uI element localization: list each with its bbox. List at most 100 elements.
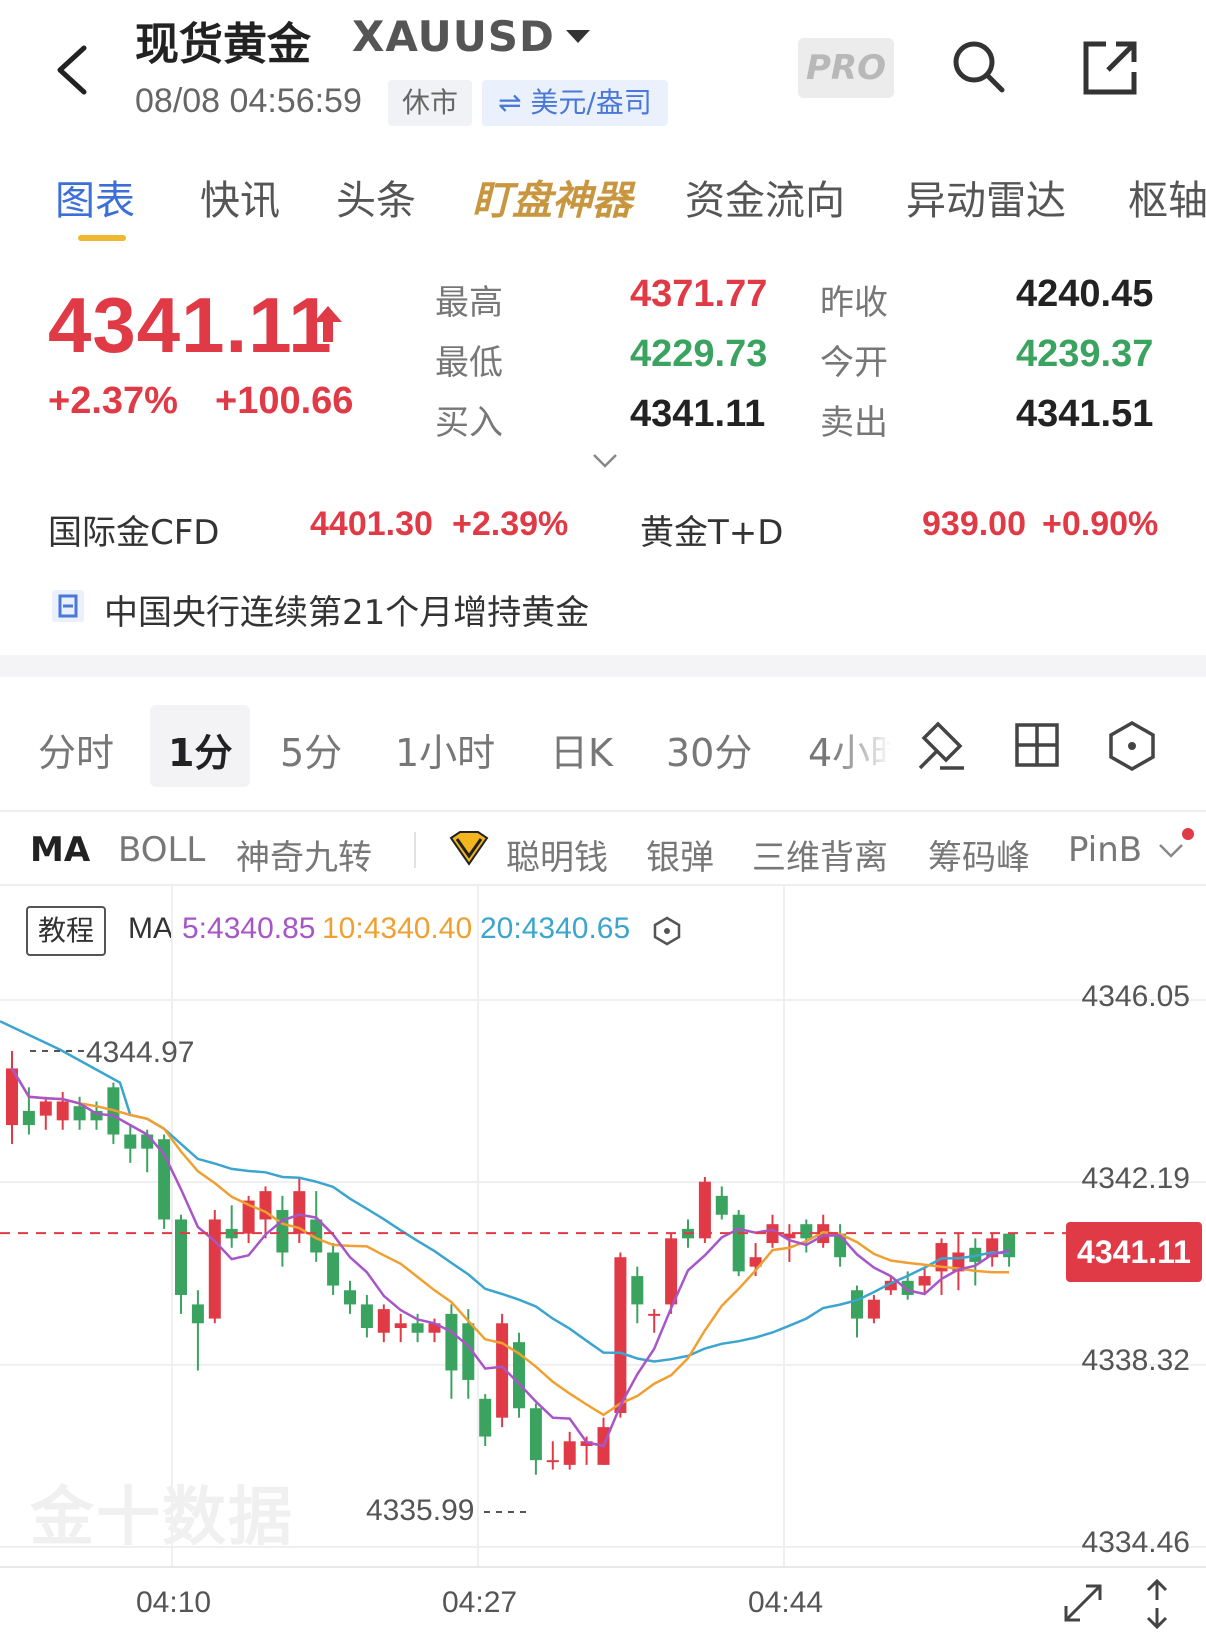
share-icon[interactable]: [1080, 38, 1140, 98]
current-price-tag: 4341.11: [1066, 1222, 1202, 1282]
indicator-td9[interactable]: 神奇九转: [236, 830, 372, 879]
candle-body: [56, 1101, 69, 1121]
candle-body: [73, 1106, 86, 1121]
section-separator: [0, 655, 1206, 677]
quote-time: 08/08 04:56:59: [135, 82, 362, 120]
ask-value: 4341.51: [1016, 393, 1154, 435]
indicator-chip-peak[interactable]: 筹码峰: [928, 830, 1030, 879]
candle-body: [360, 1304, 373, 1329]
news-icon: [52, 590, 84, 622]
cfd-label[interactable]: 国际金CFD: [48, 505, 219, 554]
candle-body: [918, 1276, 931, 1286]
diamond-icon: [449, 831, 489, 866]
settings-hexagon-icon[interactable]: [1108, 720, 1156, 772]
indicator-smart-money[interactable]: 聪明钱: [506, 830, 608, 879]
candle-body: [546, 1460, 559, 1463]
change-percent: +2.37%: [48, 380, 178, 422]
fullscreen-icon[interactable]: [1060, 1580, 1106, 1626]
indicator-ma[interactable]: MA: [30, 830, 90, 870]
pro-button[interactable]: PRO: [798, 38, 894, 98]
active-tab-indicator: [78, 235, 126, 241]
bid-label: 买入: [435, 403, 503, 443]
y-axis-label: 4334.46: [1081, 1526, 1190, 1559]
high-marker-label: 4344.97: [86, 1036, 195, 1069]
ma10-line: [10, 1067, 1010, 1417]
tab-monitor[interactable]: 盯盘神器: [472, 168, 632, 226]
back-arrow-icon[interactable]: [52, 40, 92, 100]
candle-body: [344, 1290, 356, 1305]
open-value: 4239.37: [1016, 333, 1154, 375]
chevron-down-icon[interactable]: [566, 30, 590, 43]
x-axis-label: 04:44: [748, 1586, 824, 1619]
cfd-value: 4401.30: [310, 505, 433, 543]
main-tabs: 图表 快讯 头条 盯盘神器 资金流向 异动雷达 枢轴: [0, 168, 1206, 228]
indicator-pinbar[interactable]: PinB: [1068, 830, 1144, 870]
news-headline[interactable]: 中国央行连续第21个月增持黄金: [104, 585, 589, 634]
period-5min[interactable]: 5分: [280, 722, 342, 777]
candle-body: [208, 1219, 221, 1319]
draw-tool-icon[interactable]: [916, 720, 968, 772]
vertical-scale-icon[interactable]: [1140, 1578, 1174, 1630]
low-value: 4229.73: [630, 333, 768, 375]
period-1hour[interactable]: 1小时: [395, 722, 495, 777]
arrow-up-icon: [314, 306, 342, 342]
symbol-code[interactable]: XAUUSD: [352, 12, 555, 61]
high-value: 4371.77: [630, 273, 768, 315]
chevron-down-icon[interactable]: [1158, 842, 1184, 860]
y-axis-label: 4346.05: [1081, 980, 1190, 1013]
prev-close-label: 昨收: [820, 283, 888, 323]
candle-body: [141, 1134, 154, 1149]
candle-body: [394, 1323, 407, 1329]
period-30min[interactable]: 30分: [666, 722, 752, 777]
tab-pivot[interactable]: 枢轴: [1128, 168, 1206, 226]
tab-chart[interactable]: 图表: [55, 168, 135, 226]
ask-label: 卖出: [820, 403, 888, 443]
chevron-down-icon[interactable]: [592, 452, 618, 470]
candle-body: [665, 1238, 678, 1305]
page-title: 现货黄金: [135, 19, 311, 70]
open-label: 今开: [820, 343, 888, 383]
td-value: 939.00: [922, 505, 1026, 543]
y-axis-label: 4338.32: [1081, 1344, 1190, 1377]
td-label[interactable]: 黄金T+D: [640, 505, 783, 554]
unit-toggle-badge[interactable]: ⇌ 美元/盎司: [482, 80, 668, 126]
low-marker-label: 4335.99: [366, 1494, 475, 1527]
watermark: 金十数据: [30, 1481, 294, 1555]
layout-grid-icon[interactable]: [1014, 722, 1060, 768]
candlestick-chart[interactable]: [0, 886, 1206, 1566]
tab-headlines[interactable]: 头条: [336, 168, 416, 226]
x-axis-label: 04:10: [136, 1586, 212, 1619]
candle-body: [39, 1101, 52, 1116]
notification-dot: [1182, 828, 1194, 840]
candle-body: [479, 1398, 492, 1437]
indicator-silver-bullet[interactable]: 银弹: [646, 830, 714, 879]
prev-close-value: 4240.45: [1016, 273, 1154, 315]
ma5-line: [10, 1067, 1010, 1448]
divider: [0, 810, 1206, 812]
tab-flash-news[interactable]: 快讯: [200, 168, 280, 226]
scroll-fade: [832, 700, 892, 790]
candle-body: [191, 1304, 204, 1324]
search-icon[interactable]: [948, 36, 1008, 96]
candle-body: [276, 1210, 289, 1253]
x-axis-line: [0, 1566, 1206, 1568]
tab-anomaly-radar[interactable]: 异动雷达: [906, 168, 1066, 226]
candle-body: [698, 1181, 711, 1239]
period-1min[interactable]: 1分: [168, 722, 232, 777]
period-daily[interactable]: 日K: [550, 722, 613, 777]
candle-body: [732, 1214, 745, 1272]
indicator-3d-divergence[interactable]: 三维背离: [752, 830, 888, 879]
bid-value: 4341.11: [630, 393, 766, 435]
candle-body: [563, 1441, 576, 1465]
market-status-badge: 休市: [388, 80, 473, 126]
cfd-percent: +2.39%: [452, 505, 569, 543]
change-amount: +100.66: [215, 380, 354, 422]
period-timeshare[interactable]: 分时: [38, 722, 114, 777]
candle-body: [867, 1299, 880, 1319]
tab-fund-flow[interactable]: 资金流向: [685, 168, 845, 226]
indicator-boll[interactable]: BOLL: [118, 830, 205, 870]
candle-body: [377, 1309, 390, 1333]
x-axis-label: 04:27: [442, 1586, 518, 1619]
high-label: 最高: [435, 283, 503, 323]
low-label: 最低: [435, 343, 503, 383]
